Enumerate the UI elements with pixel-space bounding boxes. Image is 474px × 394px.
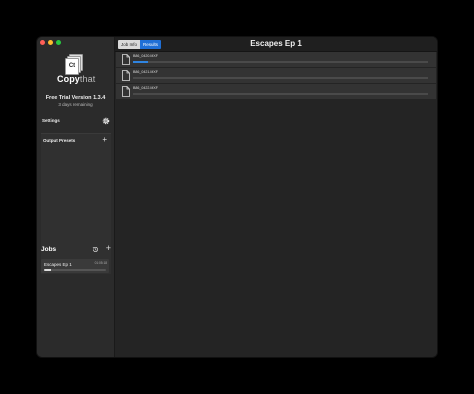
gear-icon[interactable]	[102, 117, 110, 125]
window-controls	[40, 40, 61, 45]
job-item[interactable]: Escapes Ep 1 01:05:18	[41, 259, 109, 273]
jobs-label: Jobs	[41, 246, 57, 253]
zoom-window-button[interactable]	[56, 40, 61, 45]
settings-row[interactable]: Settings	[42, 117, 110, 125]
file-row[interactable]: B86_0421.MXF	[116, 68, 436, 83]
minimize-window-button[interactable]	[48, 40, 53, 45]
file-progress-bar	[133, 93, 428, 95]
settings-label: Settings	[42, 118, 60, 123]
add-preset-button[interactable]: +	[102, 135, 107, 144]
file-list: B86_0420.MXF B86_0421.MXF B86_0422.MXF	[116, 52, 436, 100]
add-job-button[interactable]: +	[106, 243, 111, 253]
window-title: Escapes Ep 1	[250, 39, 302, 48]
logo-text-bold: Copy	[57, 74, 80, 84]
file-progress-bar	[133, 77, 428, 79]
logo-wordmark: Copythat	[57, 74, 95, 84]
file-progress-bar	[133, 61, 428, 63]
close-window-button[interactable]	[40, 40, 45, 45]
file-name: B86_0420.MXF	[133, 54, 158, 58]
file-name: B86_0422.MXF	[133, 86, 158, 90]
version-label: Free Trial Version 1.3.4	[45, 95, 106, 101]
logo-box-letters: Ct	[65, 58, 79, 75]
toolbar: Job Info Results Escapes Ep 1	[115, 37, 437, 52]
logo-text-light: that	[79, 74, 96, 84]
app-logo: Ct Copythat	[53, 54, 101, 86]
file-progress-fill	[133, 61, 148, 63]
job-time: 01:05:18	[94, 261, 107, 265]
file-row[interactable]: B86_0420.MXF	[116, 52, 436, 67]
sidebar: Ct Copythat Free Trial Version 1.3.4 3 d…	[37, 37, 115, 357]
app-window: Ct Copythat Free Trial Version 1.3.4 3 d…	[37, 37, 437, 357]
job-progress-fill	[44, 269, 52, 271]
file-icon	[122, 86, 130, 97]
jobs-header: Jobs +	[41, 243, 111, 255]
history-icon[interactable]	[92, 246, 99, 253]
file-icon	[122, 54, 130, 65]
file-row[interactable]: B86_0422.MXF	[116, 84, 436, 99]
output-presets-label: Output Presets	[43, 138, 76, 143]
main-panel: Job Info Results Escapes Ep 1 B86_0420.M…	[115, 37, 437, 357]
copy-stack-icon: Ct	[65, 54, 83, 75]
file-icon	[122, 70, 130, 81]
trial-remaining-label: 3 days remaining	[58, 102, 93, 107]
job-progress-bar	[44, 269, 106, 271]
job-name: Escapes Ep 1	[44, 262, 72, 267]
file-name: B86_0421.MXF	[133, 70, 158, 74]
